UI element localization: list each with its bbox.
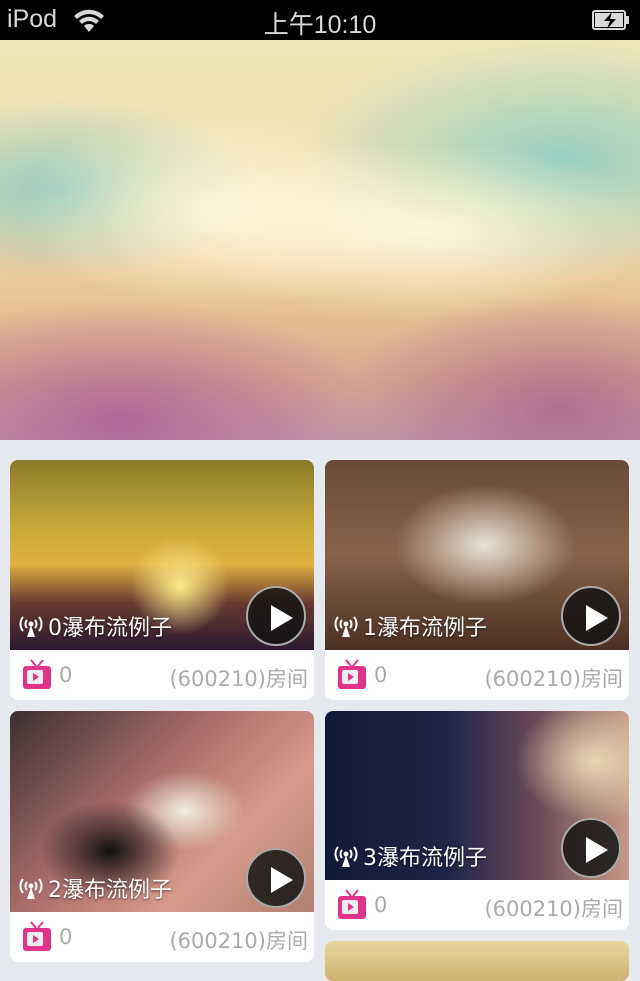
waterfall-card[interactable]: 2瀑布流例子 0 (600210)房间 [10, 711, 314, 962]
broadcast-icon [334, 846, 358, 867]
tv-icon [338, 889, 366, 919]
play-button[interactable] [246, 848, 306, 908]
banner-image[interactable] [0, 40, 640, 440]
play-button[interactable] [561, 818, 621, 878]
play-button[interactable] [246, 586, 306, 646]
tv-icon [23, 921, 51, 951]
card-image[interactable]: 3瀑布流例子 [325, 711, 629, 880]
card-title: 1瀑布流例子 [363, 616, 487, 641]
viewer-count: 0 [374, 663, 388, 687]
broadcast-icon [19, 616, 43, 637]
waterfall-card[interactable] [325, 941, 629, 981]
card-title: 3瀑布流例子 [363, 846, 487, 871]
viewer-count: 0 [59, 925, 73, 949]
status-bar: iPod 上午10:10 [0, 0, 640, 40]
room-id: (600210)房间 [169, 929, 308, 953]
waterfall-card[interactable]: 1瀑布流例子 0 (600210)房间 [325, 460, 629, 700]
card-image[interactable]: 1瀑布流例子 [325, 460, 629, 650]
card-title: 0瀑布流例子 [48, 616, 172, 641]
card-image[interactable]: 2瀑布流例子 [10, 711, 314, 912]
tv-icon [338, 659, 366, 689]
waterfall-card[interactable]: 3瀑布流例子 0 (600210)房间 [325, 711, 629, 930]
tv-icon [23, 659, 51, 689]
broadcast-icon [334, 616, 358, 637]
card-image[interactable]: 0瀑布流例子 [10, 460, 314, 650]
room-id: (600210)房间 [484, 897, 623, 921]
card-title: 2瀑布流例子 [48, 878, 172, 903]
viewer-count: 0 [59, 663, 73, 687]
viewer-count: 0 [374, 893, 388, 917]
broadcast-icon [19, 878, 43, 899]
room-id: (600210)房间 [169, 667, 308, 691]
battery-charging-icon [592, 10, 629, 30]
clock: 上午10:10 [263, 11, 377, 39]
room-id: (600210)房间 [484, 667, 623, 691]
waterfall-card[interactable]: 0瀑布流例子 0 (600210)房间 [10, 460, 314, 700]
play-button[interactable] [561, 586, 621, 646]
